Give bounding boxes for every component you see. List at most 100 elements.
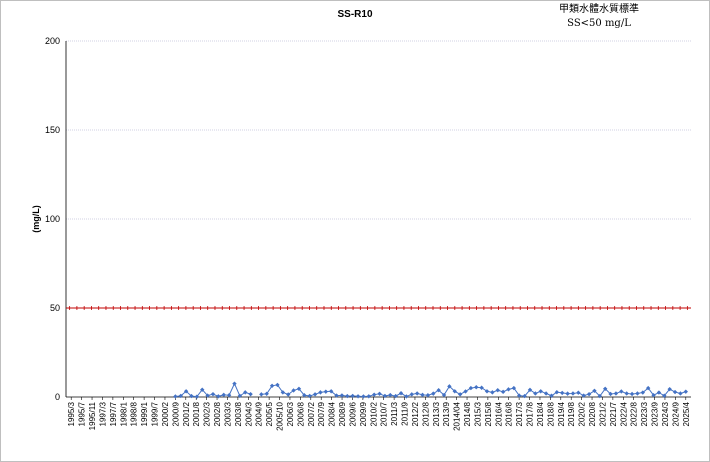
standard-marker xyxy=(372,306,377,310)
y-tick-label: 150 xyxy=(45,125,60,135)
standard-marker xyxy=(656,306,661,310)
x-tick-label: 2021/7 xyxy=(609,401,618,426)
ss-data-point xyxy=(683,389,688,394)
y-tick-label: 200 xyxy=(45,36,60,46)
standard-marker xyxy=(583,306,588,310)
x-tick-label: 2001/8 xyxy=(192,401,201,426)
standard-marker xyxy=(678,306,683,310)
standard-marker xyxy=(561,306,566,310)
x-tick-label: 2020/8 xyxy=(588,401,597,426)
standard-marker xyxy=(74,306,79,310)
ss-data-point xyxy=(377,391,382,396)
x-tick-label: 2004/3 xyxy=(244,401,253,426)
standard-marker xyxy=(256,306,261,310)
ss-data-point xyxy=(221,392,226,398)
ss-data-point xyxy=(474,385,479,390)
standard-marker xyxy=(540,306,545,310)
x-tick-label: 1995/11 xyxy=(88,401,97,430)
standard-marker xyxy=(409,306,414,310)
y-tick-label: 0 xyxy=(55,392,60,402)
standard-marker xyxy=(103,306,108,310)
x-tick-label: 2019/4 xyxy=(557,401,566,426)
standard-marker xyxy=(242,306,247,310)
ss-data-point xyxy=(345,393,350,399)
ss-data-point xyxy=(629,391,635,397)
ss-series xyxy=(173,381,688,399)
chart-svg: SS-R10 甲類水體水質標準 SS<50 mg/L (mg/L) 0 50 100… xyxy=(31,2,691,431)
standard-marker xyxy=(176,306,181,310)
standard-marker xyxy=(554,306,559,310)
x-tick-label: 2001/2 xyxy=(182,401,191,426)
standard-marker xyxy=(481,306,486,310)
standard-marker xyxy=(263,306,268,310)
standard-marker xyxy=(292,306,297,310)
standard-marker xyxy=(89,306,94,310)
standard-marker xyxy=(423,306,428,310)
standard-marker xyxy=(140,306,145,310)
ss-data-point xyxy=(624,391,629,396)
ss-data-point xyxy=(366,394,371,399)
x-tick-label: 2017/8 xyxy=(526,401,535,426)
standard-marker xyxy=(220,306,225,310)
ss-data-point xyxy=(560,390,565,396)
x-tick-label: 2007/9 xyxy=(317,401,326,426)
ss-data-point xyxy=(355,394,361,399)
standard-marker xyxy=(343,306,348,310)
ss-data-point xyxy=(506,387,511,392)
standard-marker xyxy=(445,306,450,310)
x-tick-label: 2005/10 xyxy=(276,401,285,430)
standard-marker xyxy=(452,306,457,310)
x-tick-label: 2002/3 xyxy=(203,401,212,426)
x-tick-label: 2016/4 xyxy=(494,401,503,426)
standard-marker xyxy=(227,306,232,310)
standard-marker xyxy=(438,306,443,310)
y-tick-labels: 0 50 100 150 200 xyxy=(45,36,60,402)
ss-data-point xyxy=(570,391,576,396)
x-tick-label: 2009/9 xyxy=(359,401,368,426)
ss-data-point xyxy=(414,391,420,396)
y-tick-label: 100 xyxy=(45,214,60,224)
x-tick-label: 2000/2 xyxy=(161,401,170,426)
ss-data-point xyxy=(495,388,500,393)
standard-marker xyxy=(401,306,406,310)
x-tick-label: 2006/3 xyxy=(286,401,295,426)
standard-marker xyxy=(314,306,319,310)
x-tick-label: 2007/2 xyxy=(307,401,316,426)
standard-marker xyxy=(336,306,341,310)
standard-marker xyxy=(198,306,203,310)
standard-marker xyxy=(569,306,574,310)
ss-data-point xyxy=(312,392,318,397)
x-tick-label: 2008/9 xyxy=(338,401,347,426)
axes xyxy=(65,41,691,400)
ss-data-point xyxy=(457,392,463,397)
x-tick-label: 2004/9 xyxy=(255,401,264,426)
ss-data-point xyxy=(656,390,662,395)
ss-data-point xyxy=(323,389,329,394)
x-tick-label: 2011/3 xyxy=(390,401,399,425)
standard-marker xyxy=(431,306,436,310)
ss-data-point xyxy=(678,391,683,396)
standard-marker xyxy=(685,306,690,310)
standard-marker xyxy=(234,306,239,310)
x-tick-label: 2011/9 xyxy=(401,401,410,425)
ss-data-point xyxy=(576,390,581,395)
standard-marker xyxy=(111,306,116,310)
standard-marker xyxy=(321,306,326,310)
x-tick-label: 2023/9 xyxy=(651,401,660,426)
x-tick-label: 2002/8 xyxy=(213,401,222,426)
x-tick-label: 2006/8 xyxy=(296,401,305,426)
x-tick-label: 2015/3 xyxy=(473,401,482,426)
ss-data-point xyxy=(635,391,640,396)
standard-marker xyxy=(147,306,152,310)
x-tick-label: 2012/8 xyxy=(421,401,430,426)
standard-marker xyxy=(489,306,494,310)
standard-marker xyxy=(467,306,472,310)
standard-marker xyxy=(307,306,312,310)
x-tick-label: 2022/8 xyxy=(630,401,639,426)
standard-marker xyxy=(641,306,646,310)
standard-marker xyxy=(351,306,356,310)
ss-data-point xyxy=(248,391,253,397)
ss-data-point xyxy=(388,392,393,398)
x-tick-label: 2020/2 xyxy=(578,401,587,426)
standard-note-line2: SS<50 mg/L xyxy=(567,18,631,29)
